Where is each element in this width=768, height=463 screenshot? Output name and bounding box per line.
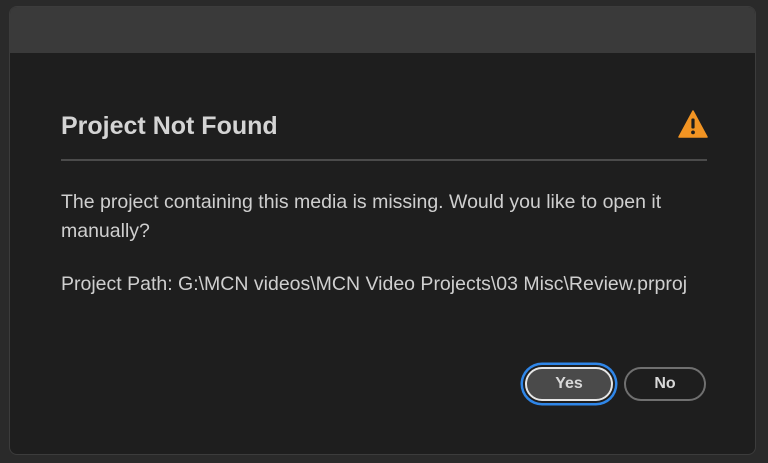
window-backdrop: Project Not Found The project containing…: [0, 0, 768, 463]
dialog-title: Project Not Found: [61, 112, 278, 140]
no-button[interactable]: No: [624, 367, 706, 401]
yes-button[interactable]: Yes: [525, 367, 613, 401]
dialog-message: The project containing this media is mis…: [61, 191, 662, 242]
warning-icon: [678, 110, 708, 138]
project-not-found-dialog: Project Not Found The project containing…: [9, 6, 756, 455]
dialog-header: Project Not Found: [61, 110, 708, 150]
header-divider: [61, 159, 707, 161]
dialog-titlebar[interactable]: [10, 7, 755, 53]
project-path-text: Project Path: G:\MCN videos\MCN Video Pr…: [61, 273, 688, 295]
